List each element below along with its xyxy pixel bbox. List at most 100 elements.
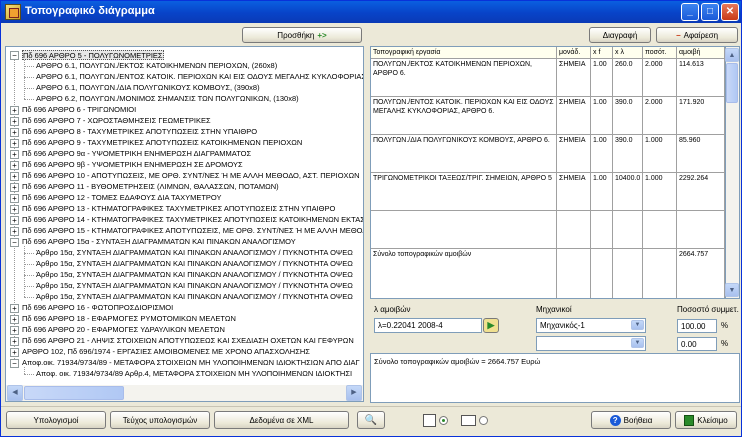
expand-icon[interactable]: +	[10, 172, 19, 181]
table-cell[interactable]: 1.000	[643, 135, 677, 173]
collapse-icon[interactable]: −	[10, 359, 19, 368]
tree-item[interactable]: Πδ 696 ΑΡΘΡΟ 21 - ΛΗΨΙΣ ΣΤΟΙΧΕΙΩΝ ΑΠΟΤΥΠ…	[22, 336, 354, 346]
tree-item[interactable]: Πδ 696 ΑΡΘΡΟ 15 - ΚΤΗΜΑΤΟΓΡΑΦΙΚΕΣ ΑΠΟΤΥΠ…	[22, 226, 363, 236]
table-cell[interactable]: ΠΟΛΥΓΩΝ./ΔΙΑ ΠΟΛΥΓΩΝΙΚΟΥΣ ΚΟΜΒΟΥΣ, ΑΡΘΡΟ…	[371, 135, 557, 173]
table-cell[interactable]	[591, 211, 613, 249]
tree-item[interactable]: Πδ 696 ΑΡΘΡΟ 20 - ΕΦΑΡΜΟΓΕΣ ΥΔΡΑΥΛΙΚΩΝ Μ…	[22, 325, 225, 335]
table-cell[interactable]: 260.0	[613, 59, 643, 97]
delete-button[interactable]: Διαγραφή	[589, 27, 651, 43]
close-window-button[interactable]: ✕	[721, 3, 739, 21]
table-scroll-thumb[interactable]	[726, 63, 738, 103]
table-cell[interactable]: 390.0	[613, 97, 643, 135]
table-cell[interactable]	[613, 249, 643, 298]
tree-item[interactable]: ΑΡΘΡΟ 6.1, ΠΟΛΥΓΩΝ./ΕΝΤΟΣ ΚΑΤΟΙΚ. ΠΕΡΙΟΧ…	[36, 72, 363, 82]
tree-item[interactable]: Πδ 696 ΑΡΘΡΟ 6 - ΤΡΙΓΩΝΟΜΙΟΙ	[22, 105, 136, 115]
help-button[interactable]: ? Βοήθεια	[591, 411, 671, 429]
engineer-select-1[interactable]: Μηχανικός-1 ▼	[536, 318, 646, 333]
tree-item[interactable]: ΑΡΘΡΟ 102, Πδ 696/1974 - ΕΡΓΑΣΙΕΣ ΑΜΟΙΒΟ…	[22, 347, 310, 357]
portrait-radio[interactable]	[439, 416, 448, 425]
table-cell[interactable]: 1.00	[591, 59, 613, 97]
expand-icon[interactable]: +	[10, 205, 19, 214]
table-cell[interactable]: 2.000	[643, 97, 677, 135]
tree-item[interactable]: Πδ 696 ΑΡΘΡΟ 12 - ΤΟΜΕΣ ΕΔΑΦΟΥΣ ΔΙΑ ΤΑΧΥ…	[22, 193, 222, 203]
booklet-button[interactable]: Τεύχος υπολογισμών	[110, 411, 210, 429]
tree-item[interactable]: Αποφ. οικ. 71934/9734/89 Αρθρ.4, ΜΕΤΑΦΟΡ…	[36, 369, 352, 379]
expand-icon[interactable]: +	[10, 315, 19, 324]
table-cell[interactable]	[677, 211, 725, 249]
expand-icon[interactable]: +	[10, 139, 19, 148]
horizontal-scrollbar[interactable]: ◀ ▶	[6, 385, 363, 401]
table-cell[interactable]: 1.00	[591, 173, 613, 211]
maximize-button[interactable]: □	[701, 3, 719, 21]
column-header[interactable]: x λ	[613, 47, 643, 59]
table-cell[interactable]	[371, 211, 557, 249]
table-cell[interactable]: ΠΟΛΥΓΩΝ./ΕΚΤΟΣ ΚΑΤΟΙΚΗΜΕΝΩΝ ΠΕΡΙΟΧΩΝ, ΑΡ…	[371, 59, 557, 97]
expand-icon[interactable]: +	[10, 194, 19, 203]
tree-item[interactable]: ΑΡΘΡΟ 6.1, ΠΟΛΥΓΩΝ./ΔΙΑ ΠΟΛΥΓΩΝΙΚΟΥΣ ΚΟΜ…	[36, 83, 260, 93]
column-header[interactable]: x f	[591, 47, 613, 59]
expand-icon[interactable]: +	[10, 304, 19, 313]
tree-item[interactable]: Πδ 696 ΑΡΘΡΟ 9β - ΥΨΟΜΕΤΡΙΚΗ ΕΝΗΜΕΡΩΣΗ Σ…	[22, 160, 243, 170]
table-cell[interactable]: ΠΟΛΥΓΩΝ./ΕΝΤΟΣ ΚΑΤΟΙΚ. ΠΕΡΙΟΧΩΝ ΚΑΙ ΕΙΣ …	[371, 97, 557, 135]
tree-item[interactable]: Πδ 696 ΑΡΘΡΟ 7 - ΧΩΡΟΣΤΑΘΜΗΣΕΙΣ ΓΕΩΜΕΤΡΙ…	[22, 116, 211, 126]
chevron-down-icon[interactable]: ▼	[631, 338, 644, 348]
tree-item[interactable]: Πδ 696 ΑΡΘΡΟ 16 - ΦΩΤΟΠΡΟΣΔΙΟΡΙΣΜΟΙ	[22, 303, 173, 313]
table-cell[interactable]	[643, 211, 677, 249]
horizontal-scroll-thumb[interactable]	[24, 386, 124, 400]
table-cell[interactable]: 1.00	[591, 135, 613, 173]
expand-icon[interactable]: +	[10, 216, 19, 225]
total-value[interactable]: 2664.757	[677, 249, 725, 298]
work-table[interactable]: Τοπογραφική εργασία μονάδ. x fx λ ποσότ. αμο…	[370, 46, 726, 299]
minimize-button[interactable]: _	[681, 3, 699, 21]
table-cell[interactable]: ΣΗΜΕΙΑ	[557, 173, 591, 211]
xml-export-button[interactable]: Δεδομένα σε XML	[214, 411, 349, 429]
expand-icon[interactable]: +	[10, 161, 19, 170]
column-header[interactable]: Τοπογραφική εργασία	[371, 47, 557, 59]
expand-icon[interactable]: +	[10, 227, 19, 236]
scroll-down-icon[interactable]: ▼	[725, 283, 739, 297]
tree-item[interactable]: Πδ 696 ΑΡΘΡΟ 18 - ΕΦΑΡΜΟΓΕΣ ΡΥΜΟΤΟΜΙΚΩΝ …	[22, 314, 236, 324]
lambda-select-button[interactable]: ▶	[483, 318, 499, 333]
table-cell[interactable]: 1.000	[643, 173, 677, 211]
tree-item[interactable]: Πδ 696 ΑΡΘΡΟ 9α - ΥΨΟΜΕΤΡΙΚΗ ΕΝΗΜΕΡΩΣΗ Δ…	[22, 149, 251, 159]
tree-item[interactable]: Πδ 696 ΑΡΘΡΟ 13 - ΚΤΗΜΑΤΟΓΡΑΦΙΚΕΣ ΤΑΧΥΜΕ…	[22, 204, 335, 214]
table-cell[interactable]: ΣΗΜΕΙΑ	[557, 97, 591, 135]
column-header[interactable]: μονάδ.	[557, 47, 591, 59]
table-cell[interactable]: 2292.264	[677, 173, 725, 211]
table-cell[interactable]: 10400.0	[613, 173, 643, 211]
add-button[interactable]: Προσθήκη +>	[242, 27, 362, 43]
table-cell[interactable]: 85.960	[677, 135, 725, 173]
expand-icon[interactable]: +	[10, 150, 19, 159]
remove-button[interactable]: − Αφαίρεση	[656, 27, 738, 43]
table-cell[interactable]	[557, 249, 591, 298]
percent-input-2[interactable]: 0.00	[677, 337, 717, 351]
expand-icon[interactable]: +	[10, 337, 19, 346]
zoom-button[interactable]: 🔍	[357, 411, 385, 429]
chevron-down-icon[interactable]: ▼	[631, 320, 644, 330]
table-cell[interactable]	[613, 211, 643, 249]
landscape-radio[interactable]	[479, 416, 488, 425]
tree-item[interactable]: Πδ 696 ΑΡΘΡΟ 11 - ΒΥΘΟΜΕΤΡΗΣΕΙΣ (ΛΙΜΝΩΝ,…	[22, 182, 279, 192]
table-cell[interactable]: 114.613	[677, 59, 725, 97]
tree-item[interactable]: Άρθρο 15α, ΣΥΝΤΑΞΗ ΔΙΑΓΡΑΜΜΑΤΩΝ ΚΑΙ ΠΙΝΑ…	[36, 259, 353, 269]
collapse-icon[interactable]: −	[10, 238, 19, 247]
table-cell[interactable]	[643, 249, 677, 298]
table-vertical-scrollbar[interactable]: ▲ ▼	[725, 46, 740, 299]
tree-item[interactable]: ΑΡΘΡΟ 6.2, ΠΟΛΥΓΩΝ./ΜΟΝΙΜΟΣ ΣΗΜΑΝΣΙΣ ΤΩΝ…	[36, 94, 299, 104]
tree-item[interactable]: Άρθρο 15α, ΣΥΝΤΑΞΗ ΔΙΑΓΡΑΜΜΑΤΩΝ ΚΑΙ ΠΙΝΑ…	[36, 248, 353, 258]
tree-item[interactable]: Πδ 696 ΑΡΘΡΟ 10 - ΑΠΟΤΥΠΩΣΕΙΣ, ΜΕ ΟΡΘ. Σ…	[22, 171, 360, 181]
tree-item[interactable]: Πδ 696 ΑΡΘΡΟ 15α - ΣΥΝΤΑΞΗ ΔΙΑΓΡΑΜΜΑΤΩΝ …	[22, 237, 296, 247]
table-cell[interactable]: ΣΗΜΕΙΑ	[557, 59, 591, 97]
tree-item[interactable]: Πδ 696 ΑΡΘΡΟ 5 - ΠΟΛΥΓΩΝΟΜΕΤΡΙΕΣ	[22, 50, 164, 60]
total-label[interactable]: Σύνολο τοπογραφικών αμοιβών	[371, 249, 557, 298]
scroll-left-icon[interactable]: ◀	[7, 385, 23, 401]
table-cell[interactable]: 390.0	[613, 135, 643, 173]
percent-input-1[interactable]: 100.00	[677, 319, 717, 333]
tree-item[interactable]: Άρθρο 15α, ΣΥΝΤΑΞΗ ΔΙΑΓΡΑΜΜΑΤΩΝ ΚΑΙ ΠΙΝΑ…	[36, 292, 353, 302]
exit-button[interactable]: Κλείσιμο	[675, 411, 737, 429]
column-header[interactable]: αμοιβή	[677, 47, 725, 59]
scroll-right-icon[interactable]: ▶	[346, 385, 362, 401]
table-cell[interactable]	[591, 249, 613, 298]
expand-icon[interactable]: +	[10, 117, 19, 126]
scroll-up-icon[interactable]: ▲	[725, 48, 739, 62]
